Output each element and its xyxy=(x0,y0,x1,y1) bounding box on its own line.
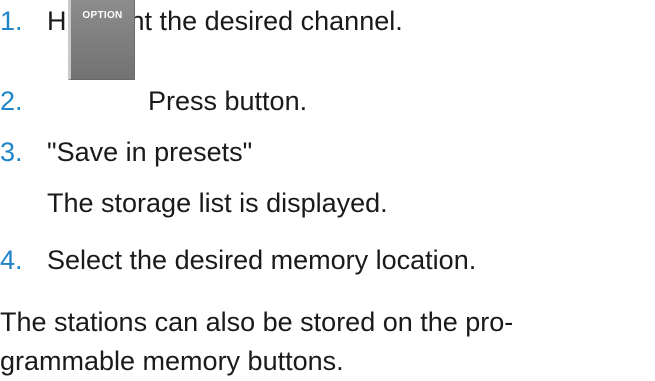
step-text: Press button. xyxy=(148,86,308,116)
option-button-label: OPTION xyxy=(82,10,123,21)
note-paragraph: The stations can also be stored on the p… xyxy=(0,303,650,381)
option-button-icon: OPTION xyxy=(68,0,135,80)
step-number: 4. xyxy=(0,245,23,275)
note-line: grammable memory buttons. xyxy=(0,346,344,376)
result-text: The storage list is displayed. xyxy=(47,188,388,218)
instruction-document: 1. Highlight the desired channel. OPTION… xyxy=(0,0,655,378)
step-number: 2. xyxy=(0,86,23,116)
step-text: "Save in presets" xyxy=(47,137,253,167)
step-number: 3. xyxy=(0,137,23,167)
note-line: The stations can also be stored on the p… xyxy=(0,307,514,337)
step-number: 1. xyxy=(0,6,23,36)
step-text: Select the desired memory location. xyxy=(47,245,477,275)
